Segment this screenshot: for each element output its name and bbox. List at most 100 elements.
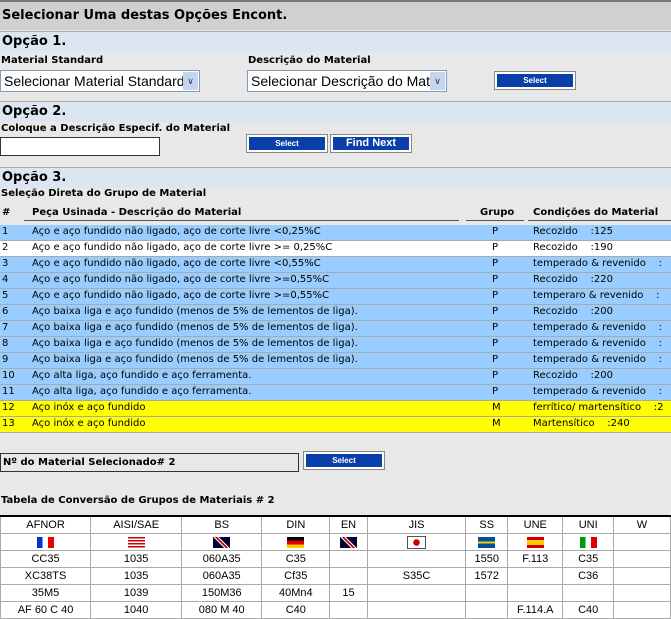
chevron-down-icon[interactable]: ∨ [183,72,198,90]
option1-select-button[interactable]: Select [494,71,576,90]
flag-cell [562,533,614,551]
row-num: 7 [2,322,9,333]
row-desc: Aço baixa liga e aço fundido (menos de 5… [32,322,358,333]
conversion-cell [612,567,671,585]
row-cond: Recozido :220 [533,274,613,285]
row-desc: Aço e aço fundido não ligado, aço de cor… [32,258,321,269]
material-row[interactable]: 9 Aço baixa liga e aço fundido (menos de … [0,353,671,369]
flag-cell [0,533,92,551]
conversion-cell: 060A35 [181,550,263,568]
row-cond: Recozido :125 [533,226,613,237]
row-cond: temperado & revenido : [533,386,662,397]
material-row[interactable]: 5 Aço e aço fundido não ligado, aço de co… [0,289,671,305]
col-cond: Condições do Material [533,207,659,218]
option1-heading-text: Opção 1. [2,34,67,49]
material-row[interactable]: 11 Aço alta liga, aço fundido e aço ferra… [0,385,671,401]
description-value: Selecionar Descrição do Material [251,73,447,89]
material-row[interactable]: 4 Aço e aço fundido não ligado, aço de co… [0,273,671,289]
row-cond: temperado & revenido : [533,354,662,365]
material-row[interactable]: 13 Aço inóx e aço fundido M Martensítico :2… [0,417,671,433]
chevron-down-icon[interactable]: ∨ [430,72,445,90]
material-row[interactable]: 7 Aço baixa liga e aço fundido (menos de … [0,321,671,337]
row-desc: Aço inóx e aço fundido [32,402,146,413]
material-row[interactable]: 10 Aço alta liga, aço fundido e aço ferra… [0,369,671,385]
conversion-cell [465,601,509,619]
conversion-cell [329,567,368,585]
row-group: P [492,370,499,381]
row-desc: Aço e aço fundido não ligado, aço de cor… [32,274,330,285]
material-row[interactable]: 1 Aço e aço fundido não ligado, aço de co… [0,225,671,241]
row-group: P [492,274,499,285]
page-title: Selecionar Uma destas Opções Encont. [2,8,288,23]
conversion-row: 35M5 1039 150M36 40Mn4 15 [0,584,671,602]
material-row[interactable]: 2 Aço e aço fundido não ligado, aço de co… [0,241,671,257]
conversion-header: AFNOR [0,515,92,534]
conversion-cell: C36 [562,567,614,585]
flag-cell [612,533,671,551]
row-group: P [492,226,499,237]
flag-cell [366,533,467,551]
conversion-cell [366,601,467,619]
row-desc: Aço alta liga, aço fundido e aço ferrame… [32,370,252,381]
conversion-cell: 35M5 [0,584,92,602]
conversion-cell [612,601,671,619]
divider [528,220,671,221]
conversion-cell [465,584,509,602]
col-group: Grupo [480,207,515,218]
conversion-header: JIS [366,515,467,534]
spain-flag-icon [526,536,544,548]
find-next-button[interactable]: Find Next [330,134,412,153]
row-num: 8 [2,338,9,349]
flag-row [0,533,671,551]
conversion-cell: 15 [329,584,368,602]
sweden-flag-icon [478,536,496,548]
conversion-header: UNE [507,515,564,534]
conversion-cell: S35C [366,567,467,585]
option2-heading: Opção 2. [0,101,671,122]
conversion-cell: C35 [261,550,331,568]
row-cond: temperado & revenido : [533,258,662,269]
flag-cell [507,533,564,551]
conversion-cell [562,584,614,602]
description-input[interactable] [0,137,160,156]
material-standard-select[interactable]: Selecionar Material Standard ∨ [0,70,200,92]
conversion-cell [366,550,467,568]
row-group: P [492,258,499,269]
conversion-row: AF 60 C 40 1040 080 M 40 C40 F.114.A C40 [0,601,671,619]
conversion-cell: 1040 [90,601,183,619]
conversion-cell: 1550 [465,550,509,568]
conversion-cell: Cf35 [261,567,331,585]
conversion-cell: 080 M 40 [181,601,263,619]
conversion-row: CC35 1035 060A35 C35 1550 F.113 C35 [0,550,671,568]
conversion-header: EN [329,515,368,534]
conversion-cell [329,601,368,619]
row-num: 4 [2,274,9,285]
material-standard-label: Material Standard [1,55,104,66]
description-select[interactable]: Selecionar Descrição do Material ∨ [247,70,447,92]
material-row[interactable]: 6 Aço baixa liga e aço fundido (menos de … [0,305,671,321]
row-group: P [492,242,499,253]
row-num: 1 [2,226,9,237]
flag-cell [90,533,183,551]
selected-material-box: Nº do Material Selecionado# 2 [0,453,299,472]
selected-select-button[interactable]: Select [303,451,385,470]
row-group: P [492,338,499,349]
row-num: 11 [2,386,15,397]
row-desc: Aço baixa liga e aço fundido (menos de 5… [32,354,358,365]
conversion-cell [366,584,467,602]
conversion-cell: 40Mn4 [261,584,331,602]
option2-select-button[interactable]: Select [246,134,328,153]
material-row[interactable]: 12 Aço inóx e aço fundido Mferrítico/ mart… [0,401,671,417]
conversion-cell [329,550,368,568]
conversion-header: BS [181,515,263,534]
row-group: P [492,306,499,317]
japan-flag-icon [407,535,427,549]
conversion-cell: AF 60 C 40 [0,601,92,619]
row-cond: temperado & revenido : [533,322,662,333]
material-row[interactable]: 8 Aço baixa liga e aço fundido (menos de … [0,337,671,353]
option3-heading: Opção 3. [0,167,671,188]
row-desc: Aço alta liga, aço fundido e aço ferrame… [32,386,252,397]
material-row[interactable]: 3 Aço e aço fundido não ligado, aço de co… [0,257,671,273]
row-group: P [492,354,499,365]
conversion-header-row: AFNOR AISI/SAE BS DIN EN JIS SS UNE UNI W [0,515,671,534]
